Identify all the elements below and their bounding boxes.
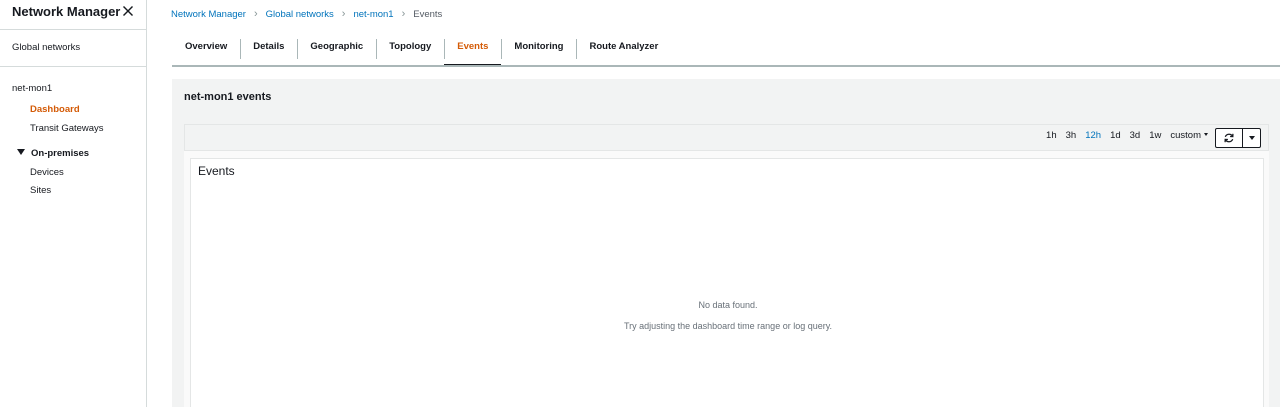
sidebar-header: Network Manager [0,0,146,30]
caret-down-icon [17,149,25,155]
time-option-3d[interactable]: 3d [1130,130,1141,141]
refresh-button-group [1215,128,1261,148]
chevron-right-icon: › [253,8,258,20]
tab-route-analyzer[interactable]: Route Analyzer [576,36,671,66]
custom-label: custom [1170,130,1201,141]
breadcrumb-network-manager[interactable]: Network Manager [171,9,246,20]
caret-down-icon [1204,133,1208,136]
close-icon[interactable] [120,3,136,19]
sidebar-group-on-premises[interactable]: On-premises [17,148,89,159]
main-content: Network Manager › Global networks › net-… [147,0,1280,407]
chevron-right-icon: › [401,8,406,20]
sidebar-group-label: On-premises [31,148,90,159]
time-option-1d[interactable]: 1d [1110,130,1121,141]
tab-events[interactable]: Events [444,36,502,66]
time-range-selector: 1h 3h 12h 1d 3d 1w custom [1037,130,1208,141]
sidebar-item-transit-gateways[interactable]: Transit Gateways [30,123,104,134]
breadcrumb: Network Manager › Global networks › net-… [171,8,442,20]
time-option-12h[interactable]: 12h [1085,130,1101,141]
panel-title: net-mon1 events [184,91,272,103]
refresh-icon [1224,133,1234,143]
empty-state-hint: Try adjusting the dashboard time range o… [623,321,833,331]
tab-geographic[interactable]: Geographic [297,36,376,66]
time-option-1h[interactable]: 1h [1046,130,1057,141]
sidebar-title: Network Manager [12,4,121,19]
refresh-options-dropdown[interactable] [1243,129,1260,147]
sidebar: Network Manager Global networks net-mon1… [0,0,147,407]
sidebar-item-global-networks[interactable]: Global networks [12,42,80,53]
time-option-1w[interactable]: 1w [1149,130,1161,141]
time-option-custom[interactable]: custom [1170,130,1208,141]
sidebar-item-sites[interactable]: Sites [30,185,51,196]
breadcrumb-current: Events [413,8,443,20]
tab-divider [172,65,1280,67]
tab-overview[interactable]: Overview [172,36,240,66]
tab-bar: Overview Details Geographic Topology Eve… [172,36,671,66]
chevron-right-icon: › [341,8,346,20]
tab-topology[interactable]: Topology [376,36,444,66]
widget-title: Events [198,164,235,178]
sidebar-item-dashboard[interactable]: Dashboard [30,104,80,115]
dashboard-toolbar: 1h 3h 12h 1d 3d 1w custom [184,124,1269,151]
refresh-button[interactable] [1216,129,1243,147]
breadcrumb-global-networks[interactable]: Global networks [266,9,334,20]
time-option-3h[interactable]: 3h [1066,130,1077,141]
breadcrumb-net-mon1[interactable]: net-mon1 [353,9,393,20]
sidebar-item-devices[interactable]: Devices [30,167,64,178]
dashboard-container: 1h 3h 12h 1d 3d 1w custom Events No data… [184,124,1269,407]
tab-details[interactable]: Details [240,36,297,66]
tab-monitoring[interactable]: Monitoring [501,36,576,66]
events-panel: net-mon1 events 1h 3h 12h 1d 3d 1w custo… [172,79,1280,407]
events-widget: Events No data found. Try adjusting the … [190,158,1264,407]
sidebar-divider [0,66,146,67]
caret-down-icon [1248,136,1255,140]
sidebar-section-title: net-mon1 [12,83,53,94]
empty-state-message: No data found. [698,300,758,310]
